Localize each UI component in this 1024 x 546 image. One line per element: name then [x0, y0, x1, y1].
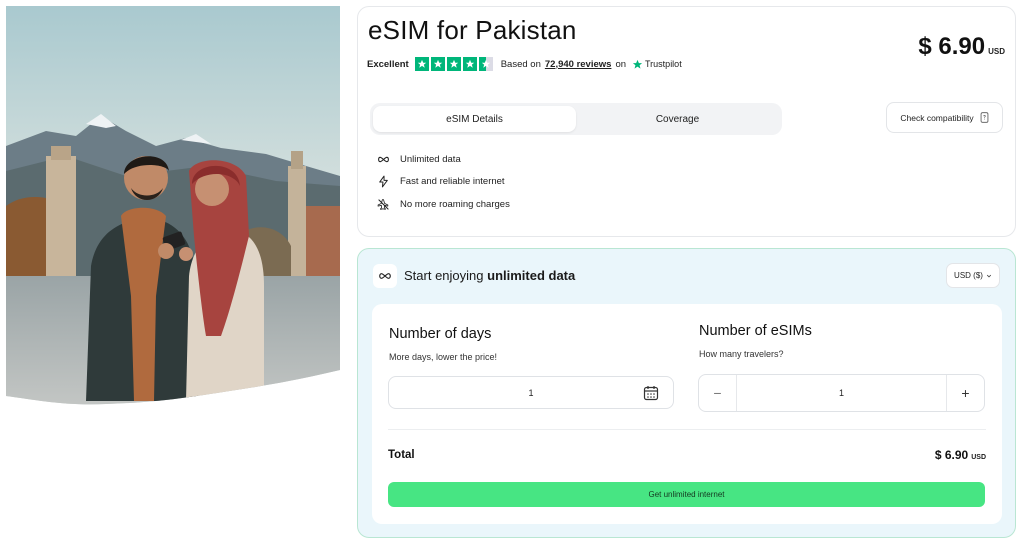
total-price: $ 6.90 USD [935, 448, 986, 462]
esims-increment-button[interactable]: + [946, 375, 984, 411]
feature-item: No more roaming charges [375, 193, 510, 216]
page-title: eSIM for Pakistan [368, 15, 577, 45]
chevron-down-icon [986, 274, 992, 277]
feature-list: Unlimited data Fast and reliable interne… [375, 148, 510, 216]
product-card: eSIM for Pakistan Excellent Based on 72,… [357, 6, 1016, 237]
reviews-link[interactable]: 72,940 reviews [545, 59, 612, 70]
price-currency: USD [988, 47, 1005, 56]
total-label: Total [388, 449, 415, 461]
esims-decrement-button[interactable]: − [699, 375, 737, 411]
calendar-icon[interactable] [643, 385, 659, 401]
feature-item: Unlimited data [375, 148, 510, 171]
tab-esim-details[interactable]: eSIM Details [373, 106, 576, 132]
feature-item: Fast and reliable internet [375, 171, 510, 194]
total-amount: $ 6.90 [934, 448, 969, 462]
divider [388, 429, 986, 430]
rating-label: Excellent [367, 58, 409, 70]
trustpilot-name: Trustpilot [645, 59, 682, 69]
lightning-icon [378, 175, 388, 188]
product-price: $ 6.90 USD [918, 33, 1005, 61]
on-text: on [615, 58, 627, 70]
plan-header-prefix: Start enjoying [404, 268, 484, 283]
tab-coverage[interactable]: Coverage [576, 106, 779, 132]
feature-text: Fast and reliable internet [400, 176, 505, 188]
no-plane-icon [377, 198, 389, 210]
based-on-text: Based on [500, 58, 541, 70]
get-unlimited-internet-button[interactable]: Get unlimited internet [388, 482, 985, 507]
plan-header-bold: unlimited data [487, 268, 576, 283]
couple-photo [6, 6, 340, 405]
days-value: 1 [528, 387, 534, 398]
esims-stepper: − 1 + [698, 374, 985, 412]
star-icon [430, 57, 445, 71]
star-icon [446, 57, 461, 71]
trustpilot-rating: Excellent Based on 72,940 reviews on Tru… [367, 57, 682, 71]
check-compatibility-label: Check compatibility [900, 112, 974, 123]
esims-title: Number of eSIMs [699, 323, 812, 339]
trustpilot-logo: Trustpilot [632, 59, 682, 70]
phone-question-icon [980, 112, 988, 123]
half-star-icon [478, 57, 493, 71]
hero-image [6, 6, 340, 406]
esims-subtitle: How many travelers? [699, 349, 784, 359]
days-input[interactable]: 1 [388, 376, 674, 409]
infinity-icon [377, 156, 389, 162]
currency-select-label: USD ($) [954, 271, 983, 280]
rating-stars [414, 57, 493, 71]
days-title: Number of days [389, 326, 492, 342]
feature-text: No more roaming charges [400, 198, 510, 210]
check-compatibility-button[interactable]: Check compatibility [886, 102, 1003, 133]
infinity-icon [379, 273, 391, 279]
trustpilot-star-icon [632, 59, 643, 69]
days-subtitle: More days, lower the price! [389, 352, 498, 362]
details-tabs: eSIM Details Coverage [370, 103, 782, 135]
currency-select[interactable]: USD ($) [946, 263, 1000, 288]
plan-form: Number of days More days, lower the pric… [372, 304, 1002, 524]
plan-header-icon [373, 264, 397, 288]
star-icon [462, 57, 477, 71]
esims-value[interactable]: 1 [737, 388, 946, 398]
star-icon [414, 57, 429, 71]
plan-header-title: Start enjoying unlimited data [404, 268, 575, 283]
total-currency: USD [971, 454, 986, 461]
plan-card: Start enjoying unlimited data USD ($) Nu… [357, 248, 1016, 538]
price-amount: $ 6.90 [918, 33, 986, 60]
feature-text: Unlimited data [400, 153, 461, 165]
